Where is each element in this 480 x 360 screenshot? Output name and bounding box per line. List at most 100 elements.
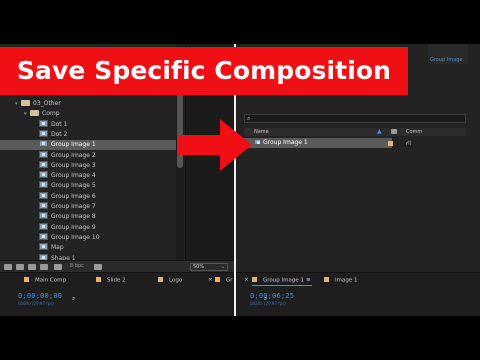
column-name[interactable]: Name: [254, 128, 269, 136]
project-item-label: Group Image 1: [51, 141, 96, 149]
project-comp-row[interactable]: Group Image 4: [0, 171, 176, 181]
project-item-label: Group Image 1: [263, 139, 308, 146]
project-item-label: Comp: [42, 110, 60, 118]
trash-icon[interactable]: [94, 264, 102, 270]
project-item-label: Group Image 3: [51, 161, 96, 169]
composition-icon: [39, 202, 48, 209]
project-comp-row[interactable]: Group Image 6: [0, 191, 176, 202]
project-comp-row[interactable]: Group Image 5: [0, 181, 176, 191]
folder-icon: [21, 100, 30, 106]
project-item-label: Dot 1: [51, 120, 68, 128]
project-comp-row[interactable]: Group Image 1: [0, 140, 176, 151]
composition-icon: [39, 191, 48, 199]
project-item-group-image-1[interactable]: Group Image 1: [244, 138, 392, 148]
composition-icon: [39, 232, 48, 240]
tab-label: Gr: [226, 277, 233, 284]
close-tab-icon[interactable]: ×: [244, 277, 249, 283]
composition-icon: [254, 139, 261, 145]
project-item-label: Group Image 7: [51, 203, 96, 210]
project-comp-row[interactable]: Group Image 2: [0, 150, 176, 161]
project-item-label: Group Image 5: [51, 182, 96, 190]
composition-icon: [39, 181, 48, 189]
project-search-input[interactable]: ⌕: [244, 114, 466, 123]
label-tag-icon[interactable]: [391, 129, 397, 134]
project-item-label: 03_Other: [33, 100, 61, 107]
composition-icon: [39, 129, 48, 137]
composition-icon: [39, 160, 48, 168]
composition-icon: [39, 119, 48, 127]
label-swatch: [158, 277, 163, 282]
zoom-select[interactable]: 50% ⌄: [190, 263, 228, 271]
search-icon[interactable]: ⌕: [264, 295, 267, 303]
project-folder-row[interactable]: ▾ Comp: [0, 109, 176, 119]
project-folder-row[interactable]: ▾ 03_Other: [0, 99, 176, 109]
right-arrow-icon: [178, 119, 252, 171]
project-item-label: Map: [51, 244, 64, 252]
timeline-tab-image-1[interactable]: Image 1: [324, 277, 357, 284]
column-comment[interactable]: Comm: [406, 128, 422, 136]
tab-label: Group Image 1: [263, 277, 304, 284]
label-swatch: [324, 277, 329, 282]
viewer-tab-label: Group Image: [430, 57, 463, 63]
close-tab-icon[interactable]: ×: [208, 277, 213, 283]
timeline-tab-logo[interactable]: Logo: [158, 277, 182, 284]
project-comp-row[interactable]: Dot 1: [0, 119, 176, 130]
project-comp-row[interactable]: Group Image 9: [0, 222, 176, 233]
timeline-tab-group-image-1[interactable]: Group Image 1: [252, 277, 304, 284]
search-icon[interactable]: ⌕: [72, 295, 75, 303]
label-swatch: [24, 277, 29, 282]
new-folder-icon[interactable]: [16, 264, 24, 270]
sort-ascending-icon[interactable]: ▲: [377, 128, 382, 136]
timeline-tab-slide-2[interactable]: Slide 2: [96, 277, 126, 284]
label-swatch: [215, 277, 220, 282]
project-item-label: Group Image 9: [51, 223, 96, 231]
project-comp-row[interactable]: Group Image 8: [0, 212, 176, 222]
project-item-label: Dot 2: [51, 130, 68, 138]
render-icon[interactable]: [54, 264, 62, 270]
interpret-footage-icon[interactable]: [4, 264, 12, 270]
project-item-label: Group Image 4: [51, 172, 96, 180]
timeline-panel: Main Comp Slide 2 Logo × Gr 0;00;00;00 0…: [0, 272, 480, 316]
title-banner: Save Specific Composition: [0, 47, 408, 95]
project-comp-row[interactable]: Dot 2: [0, 129, 176, 140]
zoom-value: 50%: [193, 264, 205, 270]
project-item-label: Group Image 8: [51, 213, 96, 221]
project-item-label: Group Image 2: [51, 151, 96, 159]
top-black-bar: [0, 0, 480, 44]
project-comp-row[interactable]: Map: [0, 243, 176, 253]
tab-label: Logo: [169, 277, 183, 284]
project-column-header: Name ▲ Comm: [244, 128, 466, 136]
new-composition-icon[interactable]: [28, 264, 36, 270]
bit-depth-label[interactable]: 8 bpc: [70, 263, 84, 269]
project-item-label: Group Image 10: [51, 233, 100, 241]
hierarchy-icon: ⛙: [406, 139, 411, 147]
tab-label: Main Comp: [35, 277, 66, 284]
frame-rate-readout: 00000 (29.97 fps): [18, 301, 54, 306]
folder-icon: [30, 110, 39, 117]
settings-icon[interactable]: [40, 264, 48, 270]
label-swatch: [252, 277, 257, 282]
project-comp-row[interactable]: Group Image 3: [0, 160, 176, 171]
project-comp-row[interactable]: Group Image 10: [0, 232, 176, 243]
composition-icon: [39, 243, 48, 251]
composition-icon: [39, 212, 48, 220]
viewer-tab-group-image[interactable]: Group Image: [428, 44, 468, 64]
viewer-footer: 50% ⌄: [186, 260, 234, 272]
tab-label: Slide 2: [107, 277, 126, 284]
composition-icon: [39, 222, 48, 230]
label-swatch: [96, 277, 101, 282]
timeline-tab-partial[interactable]: Gr: [215, 277, 233, 284]
bottom-black-bar: [0, 316, 480, 360]
tab-label: Image 1: [335, 277, 358, 284]
label-color-swatch[interactable]: [388, 141, 393, 146]
timeline-tab-main-comp[interactable]: Main Comp: [24, 277, 66, 284]
project-item-label: Group Image 6: [51, 192, 96, 200]
composition-icon: [39, 171, 48, 179]
project-toolbar: 8 bpc: [0, 260, 186, 272]
current-time-display[interactable]: 0;00;00;00: [18, 292, 62, 300]
frame-rate-readout: 00205 (29.97 fps): [250, 301, 286, 306]
current-time-display[interactable]: 0;00;06;25: [250, 292, 294, 300]
tab-menu-icon[interactable]: ≡: [306, 277, 311, 283]
project-comp-row[interactable]: Group Image 7: [0, 202, 176, 212]
composition-icon: [39, 140, 48, 148]
